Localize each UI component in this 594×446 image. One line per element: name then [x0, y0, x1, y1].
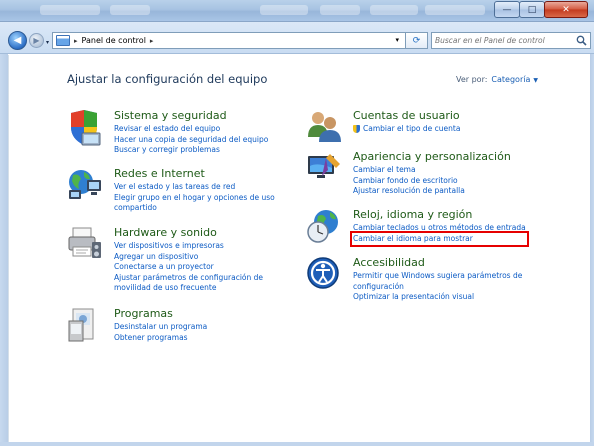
blurred-title-region — [370, 5, 418, 15]
link-buscar-problemas[interactable]: Buscar y corregir problemas — [114, 145, 268, 156]
control-panel-icon — [56, 35, 70, 46]
link-copia-seguridad[interactable]: Hacer una copia de seguridad del equipo — [114, 135, 268, 146]
link-windows-sugiera-continued[interactable]: configuración — [353, 282, 522, 293]
view-by-label: Ver por: — [456, 75, 488, 84]
address-history-dropdown[interactable]: ▾ — [395, 36, 399, 44]
search-box — [431, 32, 591, 49]
category-links: Ver dispositivos e impresoras Agregar un… — [114, 241, 263, 294]
link-desinstalar-programa[interactable]: Desinstalar un programa — [114, 322, 207, 333]
refresh-button[interactable]: ⟳ — [406, 32, 428, 49]
link-resolucion-pantalla[interactable]: Ajustar resolución de pantalla — [353, 186, 465, 197]
search-icon[interactable] — [576, 35, 587, 46]
blurred-title-region — [40, 5, 100, 15]
link-grupo-hogar[interactable]: Elegir grupo en el hogar y opciones de u… — [114, 193, 275, 204]
link-estado-red[interactable]: Ver el estado y las tareas de red — [114, 182, 275, 193]
window-frame-right — [590, 54, 594, 446]
back-button[interactable]: ◀ — [8, 31, 27, 50]
blurred-title-region — [425, 5, 485, 15]
link-ajustar-movilidad[interactable]: Ajustar parámetros de configuración de — [114, 273, 263, 284]
link-cambiar-idioma[interactable]: Cambiar el idioma para mostrar — [350, 230, 529, 247]
link-tipo-cuenta[interactable]: Cambiar el tipo de cuenta — [353, 124, 460, 135]
monitor-brush-icon[interactable] — [306, 150, 340, 184]
chevron-down-icon[interactable]: ▼ — [533, 77, 538, 84]
category-title[interactable]: Programas — [114, 307, 173, 320]
category-links: Ver el estado y las tareas de red Elegir… — [114, 182, 275, 214]
close-button[interactable]: ✕ — [544, 1, 588, 18]
category-title[interactable]: Cuentas de usuario — [353, 109, 460, 122]
link-ajustar-movilidad-continued[interactable]: movilidad de uso frecuente — [114, 283, 263, 294]
forward-button[interactable]: ▶ — [29, 33, 44, 48]
category-links: Cambiar el tipo de cuenta — [353, 124, 460, 135]
navigation-bar: ◀ ▶ ▾ ▸ Panel de control ▸ ▾ ⟳ — [0, 22, 594, 54]
forward-arrow-icon: ▶ — [33, 36, 40, 45]
category-links: Cambiar el tema Cambiar fondo de escrito… — [353, 165, 465, 197]
maximize-button[interactable]: □ — [519, 1, 545, 18]
back-arrow-icon: ◀ — [13, 35, 22, 46]
category-links: Desinstalar un programa Obtener programa… — [114, 322, 207, 343]
link-obtener-programas[interactable]: Obtener programas — [114, 333, 207, 344]
view-by-value[interactable]: Categoría — [491, 75, 530, 84]
recent-pages-dropdown[interactable]: ▾ — [46, 39, 49, 46]
search-input[interactable] — [435, 36, 573, 45]
category-title[interactable]: Accesibilidad — [353, 256, 425, 269]
category-title[interactable]: Sistema y seguridad — [114, 109, 227, 122]
link-cambiar-teclados[interactable]: Cambiar teclados u otros métodos de entr… — [353, 223, 526, 234]
category-title[interactable]: Hardware y sonido — [114, 226, 217, 239]
window-frame-left — [0, 54, 8, 446]
accessibility-icon[interactable] — [306, 256, 340, 290]
category-title[interactable]: Redes e Internet — [114, 167, 205, 180]
breadcrumb-control-panel[interactable]: Panel de control — [82, 36, 146, 45]
link-windows-sugiera[interactable]: Permitir que Windows sugiera parámetros … — [353, 271, 522, 282]
category-title[interactable]: Reloj, idioma y región — [353, 208, 472, 221]
link-revisar-estado[interactable]: Revisar el estado del equipo — [114, 124, 268, 135]
control-panel-content: Ajustar la configuración del equipo Ver … — [8, 55, 590, 442]
link-agregar-dispositivo[interactable]: Agregar un dispositivo — [114, 252, 263, 263]
shield-icon[interactable] — [67, 109, 101, 146]
view-by-selector: Ver por: Categoría ▼ — [456, 75, 538, 84]
programs-icon[interactable] — [67, 307, 101, 342]
refresh-icon: ⟳ — [412, 35, 421, 46]
window-caption-buttons: — □ ✕ — [494, 1, 588, 18]
link-fondo-escritorio[interactable]: Cambiar fondo de escritorio — [353, 176, 465, 187]
blurred-title-region — [260, 5, 308, 15]
link-grupo-hogar-continued[interactable]: compartido — [114, 203, 275, 214]
category-title[interactable]: Apariencia y personalización — [353, 150, 511, 163]
link-optimizar-presentacion[interactable]: Optimizar la presentación visual — [353, 292, 522, 303]
category-links: Permitir que Windows sugiera parámetros … — [353, 271, 522, 303]
window-frame-bottom — [0, 442, 594, 446]
users-icon[interactable] — [306, 109, 341, 143]
clock-globe-icon[interactable] — [306, 208, 340, 243]
link-cambiar-tema[interactable]: Cambiar el tema — [353, 165, 465, 176]
link-conectarse-proyector[interactable]: Conectarse a un proyector — [114, 262, 263, 273]
window-title-bar[interactable]: — □ ✕ — [0, 0, 594, 22]
blurred-title-region — [320, 5, 360, 15]
globe-network-icon[interactable] — [67, 167, 101, 201]
blurred-title-region — [110, 5, 150, 15]
page-title: Ajustar la configuración del equipo — [67, 72, 268, 86]
address-bar[interactable]: ▸ Panel de control ▸ ▾ — [52, 32, 406, 49]
link-dispositivos-impresoras[interactable]: Ver dispositivos e impresoras — [114, 241, 263, 252]
breadcrumb-separator-icon[interactable]: ▸ — [150, 37, 154, 45]
minimize-button[interactable]: — — [494, 1, 520, 18]
category-links: Revisar el estado del equipo Hacer una c… — [114, 124, 268, 156]
printer-icon[interactable] — [67, 226, 101, 260]
breadcrumb-separator-icon[interactable]: ▸ — [74, 37, 78, 45]
category-links: Cambiar teclados u otros métodos de entr… — [350, 223, 529, 247]
